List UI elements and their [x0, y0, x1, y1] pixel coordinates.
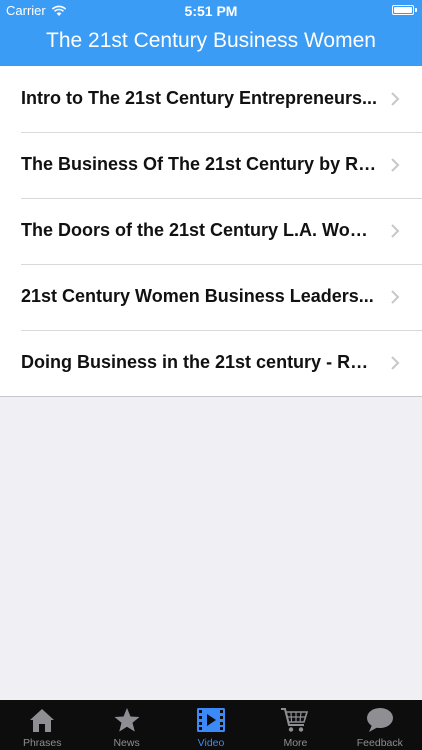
page-title: The 21st Century Business Women — [46, 29, 376, 52]
video-list: Intro to The 21st Century Entrepreneurs.… — [0, 66, 422, 397]
chevron-right-icon — [391, 290, 400, 304]
list-item[interactable]: The Business Of The 21st Century by Ro..… — [0, 132, 422, 198]
list-item[interactable]: The Doors of the 21st Century L.A. Wom..… — [0, 198, 422, 264]
tab-label: Video — [197, 737, 225, 749]
list-item[interactable]: Intro to The 21st Century Entrepreneurs.… — [0, 66, 422, 132]
status-time: 5:51 PM — [184, 3, 238, 19]
cart-icon — [281, 708, 309, 732]
tab-more[interactable]: More — [253, 700, 337, 750]
list-item-label: The Business Of The 21st Century by Ro..… — [21, 154, 378, 174]
list-item[interactable]: 21st Century Women Business Leaders... — [0, 264, 422, 330]
tab-label: Feedback — [356, 737, 403, 749]
tab-video[interactable]: Video — [169, 700, 253, 750]
video-icon — [197, 708, 226, 732]
tab-phrases[interactable]: Phrases — [0, 700, 84, 750]
tab-feedback[interactable]: Feedback — [338, 700, 422, 750]
status-bar: Carrier 5:51 PM — [0, 0, 422, 22]
list-item-label: Doing Business in the 21st century - Rob… — [21, 352, 378, 372]
navigation-header: Carrier 5:51 PM The 21st Century Busines… — [0, 0, 422, 66]
list-item-label: Intro to The 21st Century Entrepreneurs.… — [21, 88, 378, 108]
star-icon — [114, 708, 140, 732]
chevron-right-icon — [391, 92, 400, 106]
tab-label: News — [113, 737, 140, 749]
list-item-label: 21st Century Women Business Leaders... — [21, 286, 374, 306]
house-icon — [30, 709, 55, 732]
speech-bubble-icon — [366, 708, 393, 732]
chevron-right-icon — [391, 356, 400, 370]
list-item-label: The Doors of the 21st Century L.A. Wom..… — [21, 220, 378, 240]
chevron-right-icon — [391, 224, 400, 238]
tab-news[interactable]: News — [84, 700, 168, 750]
tab-label: Phrases — [22, 737, 62, 749]
chevron-right-icon — [391, 158, 400, 172]
list-item[interactable]: Doing Business in the 21st century - Rob… — [0, 330, 422, 396]
tab-bar: Phrases News Video More Feedback — [0, 700, 422, 750]
tab-label: More — [283, 737, 308, 749]
battery-icon — [392, 5, 417, 15]
